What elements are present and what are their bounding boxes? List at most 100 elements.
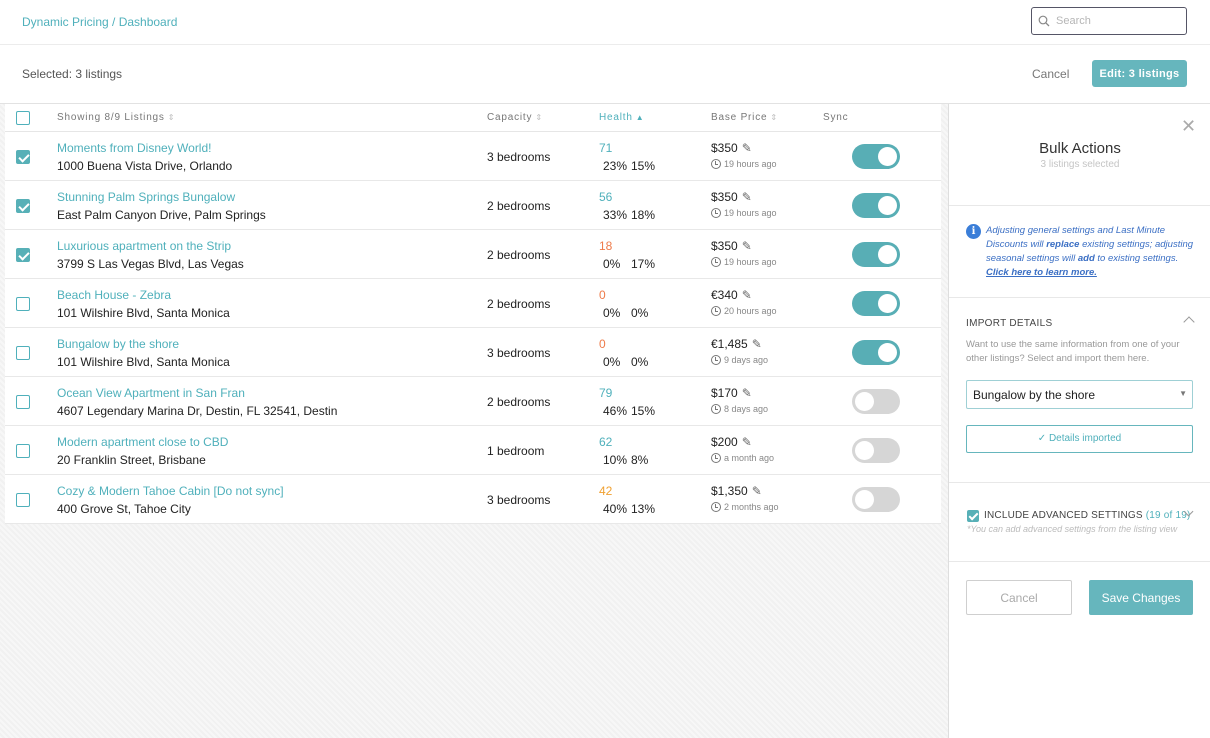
sync-toggle[interactable] — [852, 389, 900, 414]
sort-icon: ⇕ — [770, 112, 778, 122]
sync-toggle[interactable] — [852, 487, 900, 512]
edit-pencil-icon[interactable]: ✎ — [742, 141, 752, 155]
edit-pencil-icon[interactable]: ✎ — [742, 190, 752, 204]
panel-title: Bulk Actions — [1039, 140, 1121, 157]
column-health[interactable]: Health ▲ — [599, 112, 644, 123]
table-row[interactable]: Modern apartment close to CBD 20 Franklin… — [5, 426, 941, 475]
select-all-checkbox[interactable] — [16, 111, 30, 125]
edit-pencil-icon[interactable]: ✎ — [742, 288, 752, 302]
sync-toggle[interactable] — [852, 144, 900, 169]
table-row[interactable]: Ocean View Apartment in San Fran 4607 Leg… — [5, 377, 941, 426]
row-checkbox[interactable] — [16, 395, 30, 409]
table-row[interactable]: Stunning Palm Springs Bungalow East Palm … — [5, 181, 941, 230]
selected-count: Selected: 3 listings — [22, 67, 123, 81]
clock-icon — [711, 502, 721, 512]
health-percentages: 33% 18% — [603, 208, 655, 222]
base-price: $1,350 ✎ — [711, 484, 762, 498]
base-price: $170 ✎ — [711, 386, 752, 400]
breadcrumb[interactable]: Dynamic Pricing / Dashboard — [22, 15, 177, 29]
include-advanced-checkbox[interactable] — [967, 510, 979, 522]
table-row[interactable]: Luxurious apartment on the Strip 3799 S L… — [5, 230, 941, 279]
sync-toggle[interactable] — [852, 242, 900, 267]
table-header: Showing 8/9 Listings ⇕ Capacity ⇕ Health ▲ … — [5, 104, 941, 132]
column-base-price[interactable]: Base Price ⇕ — [711, 112, 778, 123]
learn-more-link[interactable]: Click here to learn more. — [986, 267, 1097, 278]
health-percentages: 46% 15% — [603, 404, 655, 418]
health-score: 62 — [599, 435, 613, 449]
edit-listings-button[interactable]: Edit: 3 listings — [1092, 60, 1187, 87]
price-value: $350 — [711, 141, 738, 155]
listing-address: 20 Franklin Street, Brisbane — [57, 453, 206, 467]
edit-pencil-icon[interactable]: ✎ — [752, 337, 762, 351]
updated-time: 19 hours ago — [724, 257, 777, 267]
clock-icon — [711, 404, 721, 414]
advanced-note: *You can add advanced settings from the … — [967, 524, 1178, 534]
row-checkbox[interactable] — [16, 444, 30, 458]
sync-toggle[interactable] — [852, 438, 900, 463]
info-icon: i — [966, 224, 981, 239]
listing-name-link[interactable]: Modern apartment close to CBD — [57, 435, 228, 449]
health-pct-1: 23% — [603, 159, 628, 173]
column-capacity[interactable]: Capacity ⇕ — [487, 112, 543, 123]
search-input[interactable] — [1056, 15, 1176, 27]
health-pct-2: 13% — [631, 502, 656, 516]
listings-table: Showing 8/9 Listings ⇕ Capacity ⇕ Health ▲ … — [0, 104, 948, 738]
updated-time: 20 hours ago — [724, 306, 777, 316]
toggle-knob — [878, 196, 897, 215]
sync-toggle[interactable] — [852, 291, 900, 316]
row-checkbox[interactable] — [16, 150, 30, 164]
toggle-knob — [878, 245, 897, 264]
base-price: $350 ✎ — [711, 239, 752, 253]
clock-icon — [711, 257, 721, 267]
listing-name-link[interactable]: Moments from Disney World! — [57, 141, 211, 155]
import-listing-select[interactable]: Bungalow by the shore ▼ — [966, 380, 1193, 409]
capacity-value: 2 bedrooms — [487, 199, 551, 213]
base-price: $350 ✎ — [711, 190, 752, 204]
edit-pencil-icon[interactable]: ✎ — [742, 239, 752, 253]
row-checkbox[interactable] — [16, 297, 30, 311]
edit-pencil-icon[interactable]: ✎ — [742, 386, 752, 400]
sync-toggle[interactable] — [852, 193, 900, 218]
edit-pencil-icon[interactable]: ✎ — [742, 435, 752, 449]
health-percentages: 0% 0% — [603, 355, 648, 369]
health-pct-2: 15% — [631, 159, 656, 173]
save-changes-button[interactable]: Save Changes — [1089, 580, 1193, 615]
health-pct-1: 33% — [603, 208, 628, 222]
details-imported-status[interactable]: ✓ Details imported — [966, 425, 1193, 453]
sort-asc-icon: ▲ — [635, 112, 645, 122]
health-score: 0 — [599, 288, 606, 302]
sync-toggle[interactable] — [852, 340, 900, 365]
listing-name-link[interactable]: Stunning Palm Springs Bungalow — [57, 190, 235, 204]
listing-name-link[interactable]: Luxurious apartment on the Strip — [57, 239, 231, 253]
health-pct-1: 10% — [603, 453, 628, 467]
clock-icon — [711, 306, 721, 316]
column-listings[interactable]: Showing 8/9 Listings ⇕ — [57, 112, 175, 123]
table-row[interactable]: Bungalow by the shore 101 Wilshire Blvd, … — [5, 328, 941, 377]
table-row[interactable]: Moments from Disney World! 1000 Buena Vis… — [5, 132, 941, 181]
row-checkbox[interactable] — [16, 248, 30, 262]
table-row[interactable]: Beach House - Zebra 101 Wilshire Blvd, Sa… — [5, 279, 941, 328]
import-description: Want to use the same information from on… — [966, 339, 1180, 364]
listing-name-link[interactable]: Beach House - Zebra — [57, 288, 171, 302]
health-percentages: 23% 15% — [603, 159, 655, 173]
row-checkbox[interactable] — [16, 493, 30, 507]
health-score: 0 — [599, 337, 606, 351]
listing-name-link[interactable]: Cozy & Modern Tahoe Cabin [Do not sync] — [57, 484, 284, 498]
listing-address: East Palm Canyon Drive, Palm Springs — [57, 208, 266, 222]
import-details-heading: IMPORT DETAILS — [966, 318, 1053, 329]
row-checkbox[interactable] — [16, 199, 30, 213]
edit-pencil-icon[interactable]: ✎ — [752, 484, 762, 498]
info-replace: replace — [1046, 239, 1080, 250]
listing-name-link[interactable]: Bungalow by the shore — [57, 337, 179, 351]
price-updated: 19 hours ago — [711, 159, 777, 169]
close-icon[interactable]: ✕ — [1181, 116, 1196, 137]
row-checkbox[interactable] — [16, 346, 30, 360]
health-pct-2: 8% — [631, 453, 649, 467]
chevron-up-icon[interactable] — [1183, 316, 1195, 328]
cancel-selection-link[interactable]: Cancel — [1032, 67, 1069, 81]
listing-name-link[interactable]: Ocean View Apartment in San Fran — [57, 386, 245, 400]
toggle-knob — [855, 490, 874, 509]
search-box[interactable] — [1031, 7, 1187, 35]
cancel-button[interactable]: Cancel — [966, 580, 1072, 615]
table-row[interactable]: Cozy & Modern Tahoe Cabin [Do not sync] 4… — [5, 475, 941, 524]
